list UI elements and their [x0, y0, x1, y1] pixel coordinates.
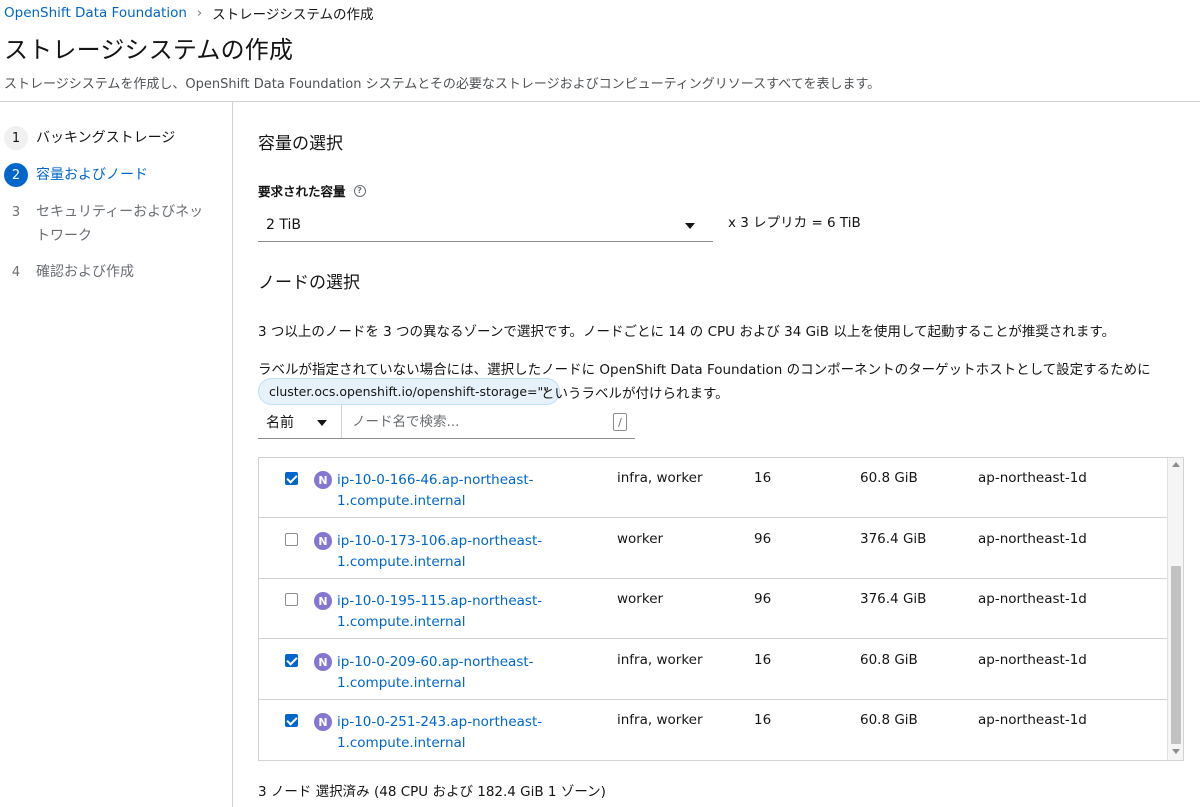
filter-attribute-dropdown[interactable]: 名前 [258, 405, 342, 438]
row-checkbox[interactable] [285, 593, 298, 606]
storage-label-chip: cluster.ocs.openshift.io/openshift-stora… [258, 378, 560, 405]
replica-text: x 3 レプリカ = 6 TiB [728, 215, 861, 231]
page-description: ストレージシステムを作成し、OpenShift Data Foundation … [4, 77, 881, 92]
search-input-wrapper: / [342, 405, 635, 438]
step-label: 確認および作成 [36, 264, 134, 280]
node-zone: ap-northeast-1d [978, 531, 1087, 547]
node-cpu: 16 [754, 470, 772, 486]
node-role: infra, worker [617, 652, 703, 668]
table-row: N ip-10-0-195-115.ap-northeast-1.compute… [259, 579, 1167, 639]
selection-summary: 3 ノード 選択済み (48 CPU および 182.4 GiB 1 ゾーン) [258, 784, 606, 800]
node-role: worker [617, 591, 664, 607]
breadcrumb-link-odf[interactable]: OpenShift Data Foundation [4, 5, 187, 21]
scroll-up-icon[interactable] [1172, 462, 1180, 467]
keyboard-shortcut-hint: / [613, 413, 627, 431]
step-label: バッキングストレージ [36, 130, 176, 146]
caret-down-icon [685, 223, 695, 229]
node-role: worker [617, 531, 664, 547]
node-memory: 60.8 GiB [860, 712, 918, 728]
page-title: ストレージシステムの作成 [4, 36, 294, 64]
row-checkbox[interactable] [285, 533, 298, 546]
node-role: infra, worker [617, 470, 703, 486]
node-resource-icon: N [314, 532, 332, 550]
wizard-step-review-create[interactable]: 4 確認および作成 [4, 260, 216, 284]
table-row: N ip-10-0-209-60.ap-northeast-1.compute.… [259, 640, 1167, 700]
node-memory: 60.8 GiB [860, 652, 918, 668]
node-name-link[interactable]: ip-10-0-251-243.ap-northeast-1.compute.i… [337, 712, 567, 754]
step-label: 容量およびノード [36, 167, 148, 183]
node-filter-toolbar: 名前 / [258, 405, 635, 439]
label-info-text: ラベルが指定されていない場合には、選択したノードに OpenShift Data… [258, 362, 1151, 378]
chevron-right-icon: › [196, 5, 203, 21]
table-row: N ip-10-0-251-243.ap-northeast-1.compute… [259, 700, 1167, 760]
scrollbar-thumb[interactable] [1171, 566, 1181, 744]
node-resource-icon: N [314, 713, 332, 731]
help-icon[interactable]: ? [353, 184, 366, 197]
node-zone: ap-northeast-1d [978, 712, 1087, 728]
scroll-down-icon[interactable] [1172, 749, 1180, 754]
table-scrollbar[interactable] [1167, 458, 1183, 760]
node-memory: 60.8 GiB [860, 470, 918, 486]
capacity-select-value: 2 TiB [266, 217, 301, 233]
capacity-section-title: 容量の選択 [258, 134, 343, 154]
node-zone: ap-northeast-1d [978, 470, 1087, 486]
label-info-suffix: というラベルが付けられます。 [541, 386, 729, 402]
node-name-link[interactable]: ip-10-0-209-60.ap-northeast-1.compute.in… [337, 652, 567, 694]
node-cpu: 96 [754, 591, 772, 607]
wizard-nav: 1 バッキングストレージ 2 容量およびノード 3 セキュリティーおよびネットワ… [0, 102, 233, 807]
filter-attribute-value: 名前 [266, 414, 294, 431]
row-checkbox[interactable] [285, 654, 298, 667]
step-number: 3 [11, 204, 21, 220]
wizard-step-security-network[interactable]: 3 セキュリティーおよびネットワーク [4, 200, 214, 248]
node-zone: ap-northeast-1d [978, 652, 1087, 668]
node-recommendation-text: 3 つ以上のノードを 3 つの異なるゾーンで選択です。ノードごとに 14 の C… [258, 324, 1116, 340]
node-memory: 376.4 GiB [860, 591, 927, 607]
wizard-step-capacity-nodes[interactable]: 2 容量およびノード [4, 163, 216, 187]
node-cpu: 16 [754, 652, 772, 668]
wizard-step-backing-storage[interactable]: 1 バッキングストレージ [4, 126, 216, 150]
table-row: N ip-10-0-173-106.ap-northeast-1.compute… [259, 519, 1167, 579]
step-number: 4 [11, 264, 21, 280]
table-row: N ip-10-0-166-46.ap-northeast-1.compute.… [259, 458, 1167, 518]
node-table: N ip-10-0-166-46.ap-northeast-1.compute.… [258, 457, 1184, 761]
node-name-link[interactable]: ip-10-0-195-115.ap-northeast-1.compute.i… [337, 591, 567, 633]
row-checkbox[interactable] [285, 472, 298, 485]
node-name-link[interactable]: ip-10-0-166-46.ap-northeast-1.compute.in… [337, 470, 567, 512]
requested-capacity-label-text: 要求された容量 [258, 184, 346, 199]
step-number: 1 [4, 126, 28, 150]
node-search-input[interactable] [342, 405, 635, 438]
node-section-title: ノードの選択 [258, 273, 360, 293]
node-role: infra, worker [617, 712, 703, 728]
node-cpu: 16 [754, 712, 772, 728]
node-memory: 376.4 GiB [860, 531, 927, 547]
node-zone: ap-northeast-1d [978, 591, 1087, 607]
node-resource-icon: N [314, 592, 332, 610]
node-name-link[interactable]: ip-10-0-173-106.ap-northeast-1.compute.i… [337, 531, 567, 573]
step-label: セキュリティーおよびネットワーク [36, 204, 204, 244]
node-resource-icon: N [314, 653, 332, 671]
breadcrumb: OpenShift Data Foundation › ストレージシステムの作成 [4, 3, 373, 23]
node-cpu: 96 [754, 531, 772, 547]
caret-down-icon [317, 420, 327, 426]
capacity-select[interactable]: 2 TiB [258, 209, 713, 242]
row-checkbox[interactable] [285, 714, 298, 727]
node-resource-icon: N [314, 471, 332, 489]
step-number: 2 [4, 163, 28, 187]
requested-capacity-label: 要求された容量 ? [258, 181, 366, 200]
breadcrumb-current: ストレージシステムの作成 [212, 7, 374, 23]
